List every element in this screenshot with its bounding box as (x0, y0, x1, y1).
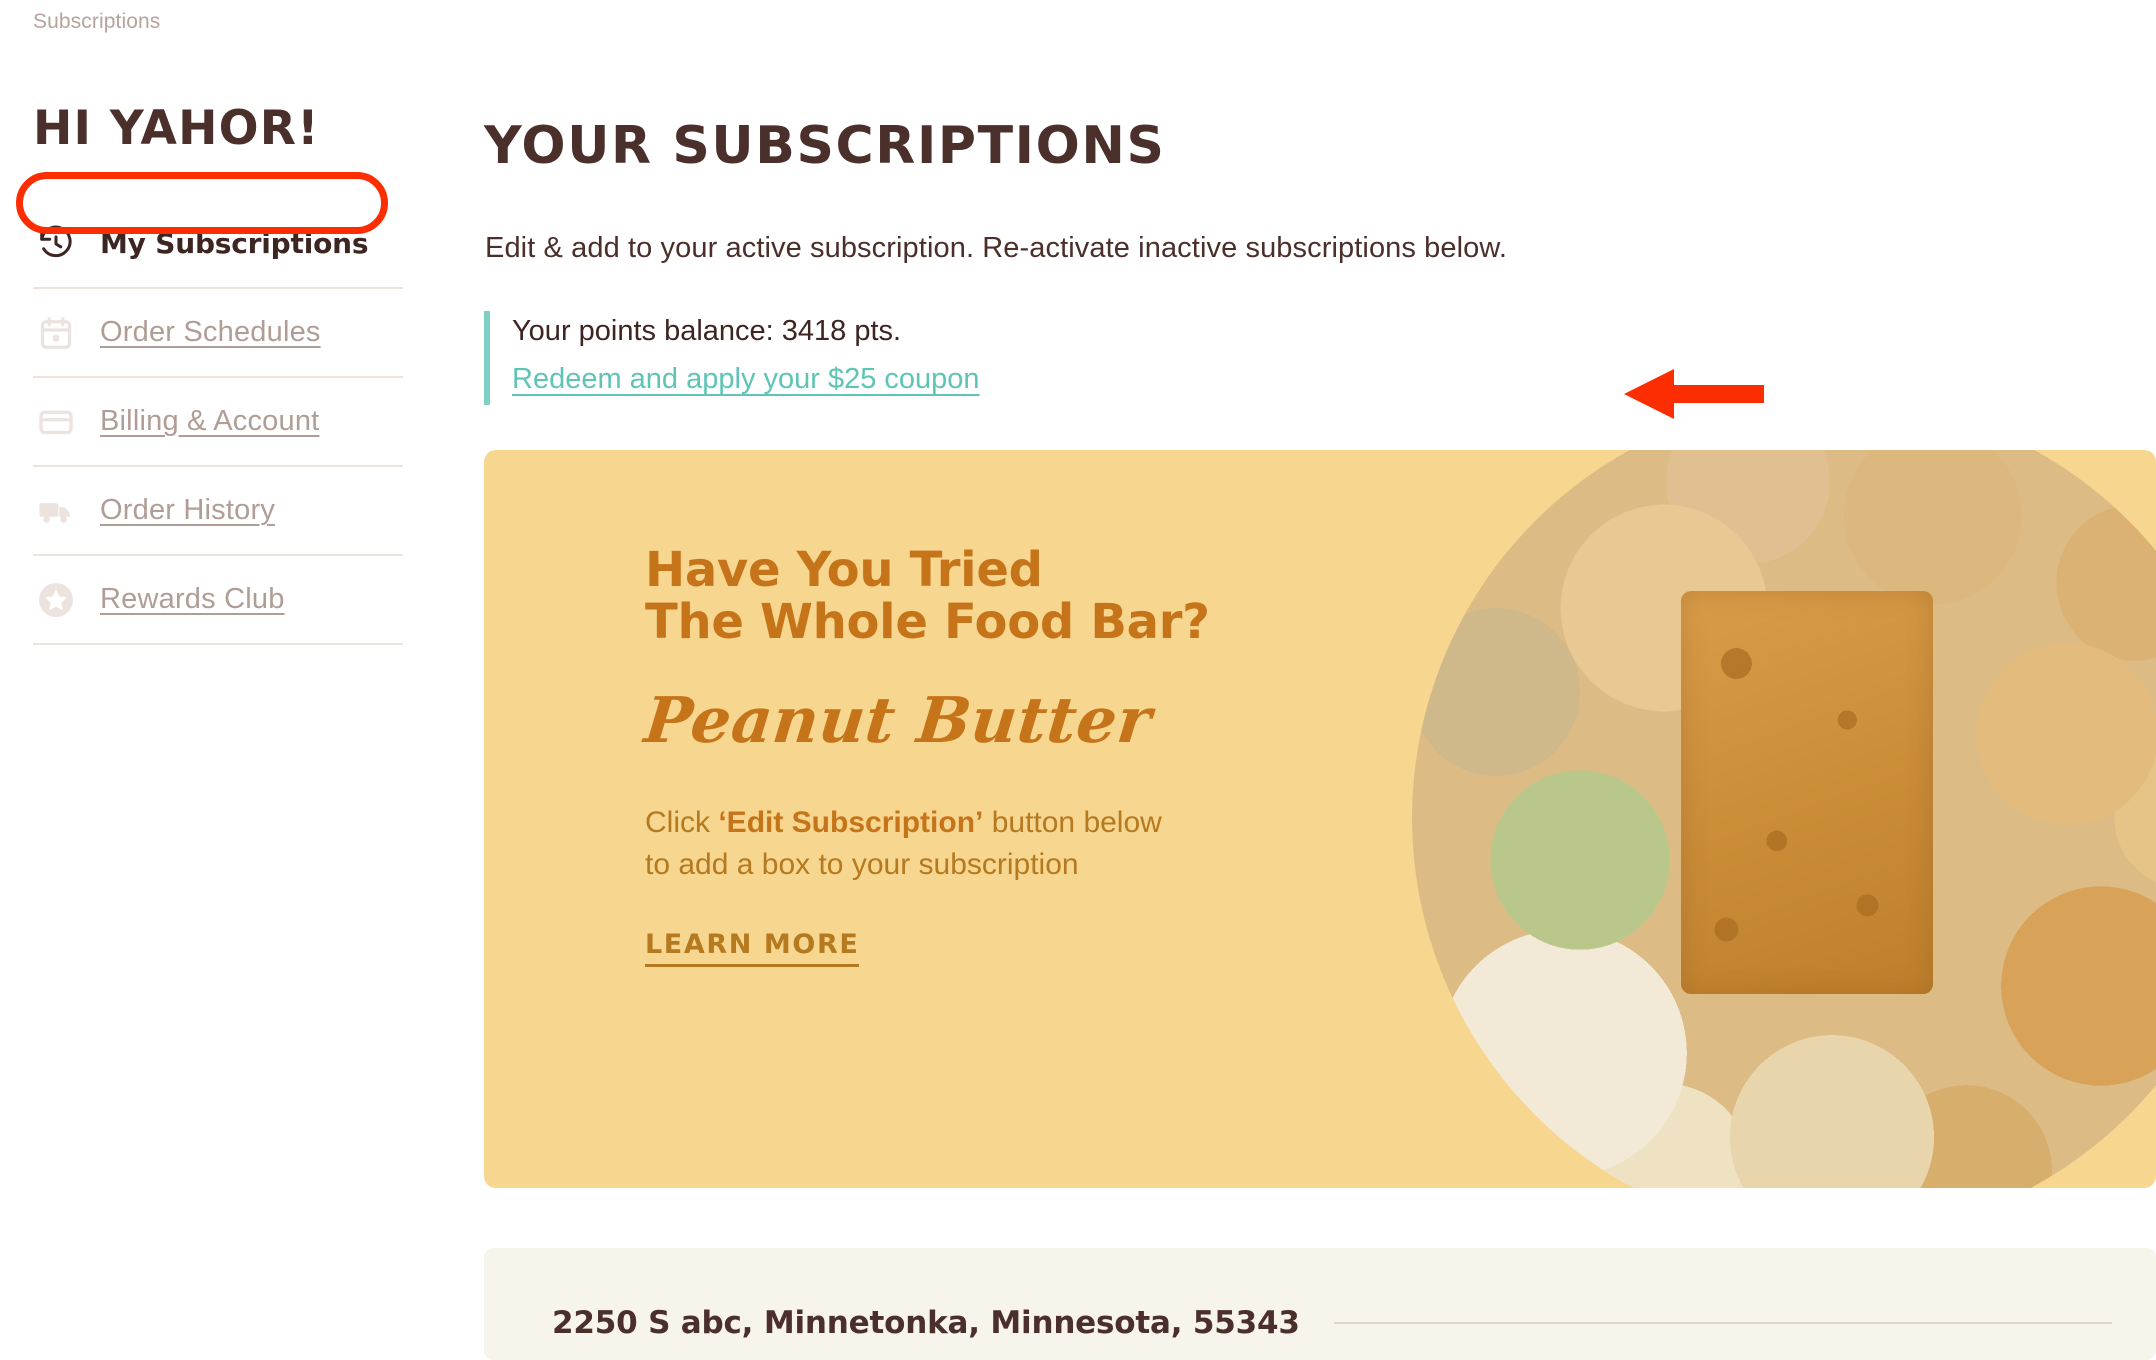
greeting-heading: HI YAHOR! (33, 101, 320, 156)
food-bar-image (1680, 591, 1933, 995)
sidebar-item-order-history[interactable]: Order History (33, 467, 403, 556)
promo-headline-line1: Have You Tried (645, 542, 1043, 598)
promo-flavor-name: Peanut Butter (641, 682, 1156, 757)
sidebar-item-label: My Subscriptions (100, 227, 369, 260)
shipping-address: 2250 S abc, Minnetonka, Minnesota, 55343 (552, 1305, 1300, 1341)
subscriptions-page: Subscriptions HI YAHOR! My Subscriptions (0, 0, 2156, 1360)
promo-copy: Have You Tried The Whole Food Bar? Peanu… (641, 542, 1325, 967)
calendar-icon (35, 312, 77, 354)
annotation-arrow (1624, 363, 1764, 425)
instruction-bold: ‘Edit Subscription’ (718, 805, 984, 839)
history-clock-icon (35, 223, 77, 265)
points-balance-callout: Your points balance: 3418 pts. Redeem an… (484, 311, 980, 405)
divider (1333, 1322, 2112, 1324)
star-badge-icon (35, 579, 77, 621)
learn-more-link[interactable]: LEARN MORE (645, 929, 860, 967)
sidebar-item-label: Rewards Club (100, 583, 285, 615)
promo-headline-line2: The Whole Food Bar? (645, 593, 1210, 650)
sidebar-item-label: Order Schedules (100, 316, 321, 348)
credit-card-icon (35, 401, 77, 443)
sidebar-item-my-subscriptions[interactable]: My Subscriptions (33, 200, 403, 289)
promo-banner[interactable]: Have You Tried The Whole Food Bar? Peanu… (484, 450, 2156, 1188)
sidebar-item-label: Order History (100, 494, 276, 526)
sidebar-item-rewards-club[interactable]: Rewards Club (33, 556, 403, 645)
page-subtitle: Edit & add to your active subscription. … (485, 232, 1507, 264)
instruction-pre: Click (645, 805, 719, 839)
breadcrumb[interactable]: Subscriptions (33, 10, 160, 34)
account-sidebar: HI YAHOR! My Subscriptions Order Schedul… (33, 105, 403, 645)
subscription-address-panel: 2250 S abc, Minnetonka, Minnesota, 55343 (484, 1248, 2156, 1360)
sidebar-item-billing-account[interactable]: Billing & Account (33, 378, 403, 467)
main-content: YOUR SUBSCRIPTIONS Edit & add to your ac… (484, 0, 2156, 1360)
sidebar-item-order-schedules[interactable]: Order Schedules (33, 289, 403, 378)
truck-icon (35, 490, 77, 532)
promo-headline: Have You Tried The Whole Food Bar? (645, 542, 1325, 650)
nutrition-facts: 13G PROTEIN 13G FIBER 2 SUGAR 100 PLANT … (1896, 450, 2156, 1188)
address-row: 2250 S abc, Minnetonka, Minnesota, 55343 (552, 1305, 2112, 1341)
promo-instructions: Click ‘Edit Subscription’ button below t… (645, 802, 1325, 887)
sidebar-item-label: Billing & Account (100, 405, 320, 437)
instruction-post: button below (983, 805, 1162, 839)
redeem-coupon-link[interactable]: Redeem and apply your $25 coupon (512, 363, 980, 396)
instruction-line2: to add a box to your subscription (645, 848, 1079, 882)
points-balance-text: Your points balance: 3418 pts. (512, 315, 902, 347)
sidebar-nav: My Subscriptions Order Schedules Billing… (33, 200, 403, 645)
page-title: YOUR SUBSCRIPTIONS (484, 116, 1166, 176)
